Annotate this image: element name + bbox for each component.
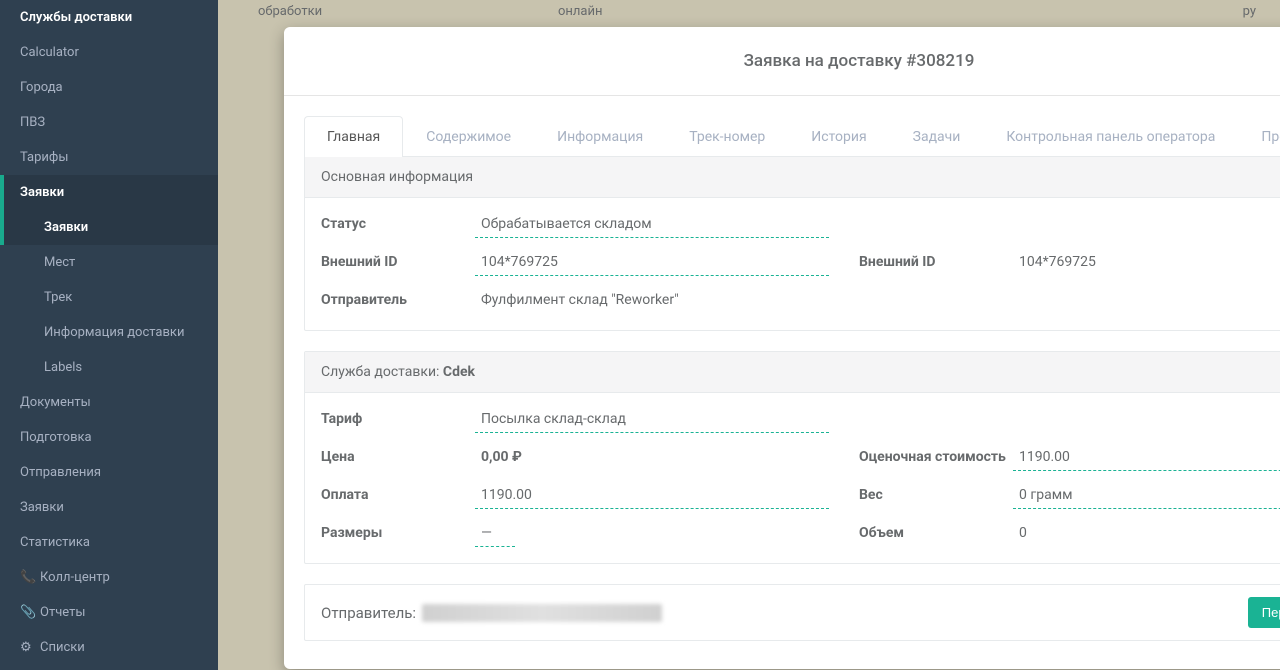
tab-operator-panel[interactable]: Контрольная панель оператора bbox=[983, 116, 1238, 157]
sidebar-item-lists[interactable]: ⚙Списки bbox=[0, 630, 218, 665]
footer-sender-label: Отправитель: bbox=[321, 604, 416, 622]
label-volume: Объем bbox=[859, 523, 1013, 541]
label-external-id-2: Внешний ID bbox=[859, 252, 1013, 270]
value-appraised[interactable]: 1190.00 bbox=[1013, 447, 1280, 471]
phone-icon: 📞 bbox=[20, 570, 34, 585]
modal-header: Заявка на доставку #308219 × bbox=[284, 27, 1280, 96]
value-external-id-2: 104*769725 bbox=[1013, 252, 1280, 276]
value-weight[interactable]: 0 грамм bbox=[1013, 485, 1280, 509]
label-dimensions: Размеры bbox=[321, 523, 475, 541]
tab-transactions[interactable]: Проводки bbox=[1238, 116, 1280, 157]
sidebar-item-reports[interactable]: 📎Отчеты bbox=[0, 595, 218, 630]
label-external-id: Внешний ID bbox=[321, 252, 475, 270]
sidebar-item-calculator[interactable]: Calculator bbox=[0, 35, 218, 70]
tab-info[interactable]: Информация bbox=[534, 116, 666, 157]
tab-main[interactable]: Главная bbox=[304, 116, 403, 157]
sidebar-item-cities[interactable]: Города bbox=[0, 70, 218, 105]
sidebar-item-requests[interactable]: Заявки bbox=[0, 175, 218, 210]
modal-tabs: Главная Содержимое Информация Трек-номер… bbox=[304, 116, 1280, 157]
tab-tasks[interactable]: Задачи bbox=[890, 116, 984, 157]
footer-sender-blurred bbox=[422, 604, 662, 622]
value-sender: Фулфилмент склад "Reworker" bbox=[475, 290, 829, 314]
main-content: обработки онлайн ру Рс ру Рс ру Рс ру Рс… bbox=[218, 0, 1280, 670]
panel-heading-service: Служба доставки: Cdek bbox=[305, 352, 1280, 393]
sidebar-subitem-delivery-info[interactable]: Информация доставки bbox=[0, 315, 218, 350]
label-sender: Отправитель bbox=[321, 290, 475, 308]
sidebar-item-shipments[interactable]: Отправления bbox=[0, 455, 218, 490]
heading-service-name: Cdek bbox=[443, 364, 475, 380]
sidebar-item-documents[interactable]: Документы bbox=[0, 385, 218, 420]
sidebar-item-statistics[interactable]: Статистика bbox=[0, 525, 218, 560]
value-volume: 0 bbox=[1013, 523, 1280, 547]
go-to-profile-button[interactable]: Перейти к профилю bbox=[1248, 597, 1280, 628]
heading-service-prefix: Служба доставки: bbox=[321, 364, 443, 380]
tab-history[interactable]: История bbox=[788, 116, 889, 157]
sidebar-item-requests-2[interactable]: Заявки bbox=[0, 490, 218, 525]
attachment-icon: 📎 bbox=[20, 605, 34, 620]
sidebar-subitem-requests[interactable]: Заявки bbox=[0, 210, 218, 245]
sender-footer: Отправитель: Перейти к профилю bbox=[304, 584, 1280, 641]
panel-basic-info: Основная информация Статус Обрабатываетс… bbox=[304, 157, 1280, 331]
modal-title: Заявка на доставку #308219 bbox=[304, 51, 1280, 71]
value-external-id[interactable]: 104*769725 bbox=[475, 252, 829, 276]
panel-delivery-service: Служба доставки: Cdek Тариф Посылка скла… bbox=[304, 351, 1280, 564]
sidebar-subitem-track[interactable]: Трек bbox=[0, 280, 218, 315]
panel-heading-basic: Основная информация bbox=[305, 157, 1280, 198]
sidebar-item-delivery-services[interactable]: Службы доставки bbox=[0, 0, 218, 35]
sidebar-item-preparation[interactable]: Подготовка bbox=[0, 420, 218, 455]
sidebar-subitem-places[interactable]: Мест bbox=[0, 245, 218, 280]
modal-body: Главная Содержимое Информация Трек-номер… bbox=[284, 96, 1280, 661]
sidebar-item-tariffs[interactable]: Тарифы bbox=[0, 140, 218, 175]
delivery-request-modal: Заявка на доставку #308219 × Главная Сод… bbox=[284, 27, 1280, 669]
gear-icon: ⚙ bbox=[20, 640, 34, 655]
value-payment[interactable]: 1190.00 bbox=[475, 485, 829, 509]
label-price: Цена bbox=[321, 447, 475, 465]
value-status[interactable]: Обрабатывается складом bbox=[475, 214, 829, 238]
label-status: Статус bbox=[321, 214, 475, 232]
label-weight: Вес bbox=[859, 485, 1013, 503]
sidebar: Службы доставки Calculator Города ПВЗ Та… bbox=[0, 0, 218, 670]
tab-track[interactable]: Трек-номер bbox=[666, 116, 788, 157]
value-dimensions[interactable]: — bbox=[475, 523, 515, 547]
label-appraised: Оценочная стоимость bbox=[859, 447, 1013, 465]
label-payment: Оплата bbox=[321, 485, 475, 503]
value-tariff[interactable]: Посылка склад-склад bbox=[475, 409, 829, 433]
label-tariff: Тариф bbox=[321, 409, 475, 427]
sidebar-item-callcenter[interactable]: 📞Колл-центр bbox=[0, 560, 218, 595]
sidebar-subitem-labels[interactable]: Labels bbox=[0, 350, 218, 385]
value-price: 0,00 ₽ bbox=[475, 447, 829, 471]
tab-contents[interactable]: Содержимое bbox=[403, 116, 534, 157]
sidebar-item-pvz[interactable]: ПВЗ bbox=[0, 105, 218, 140]
